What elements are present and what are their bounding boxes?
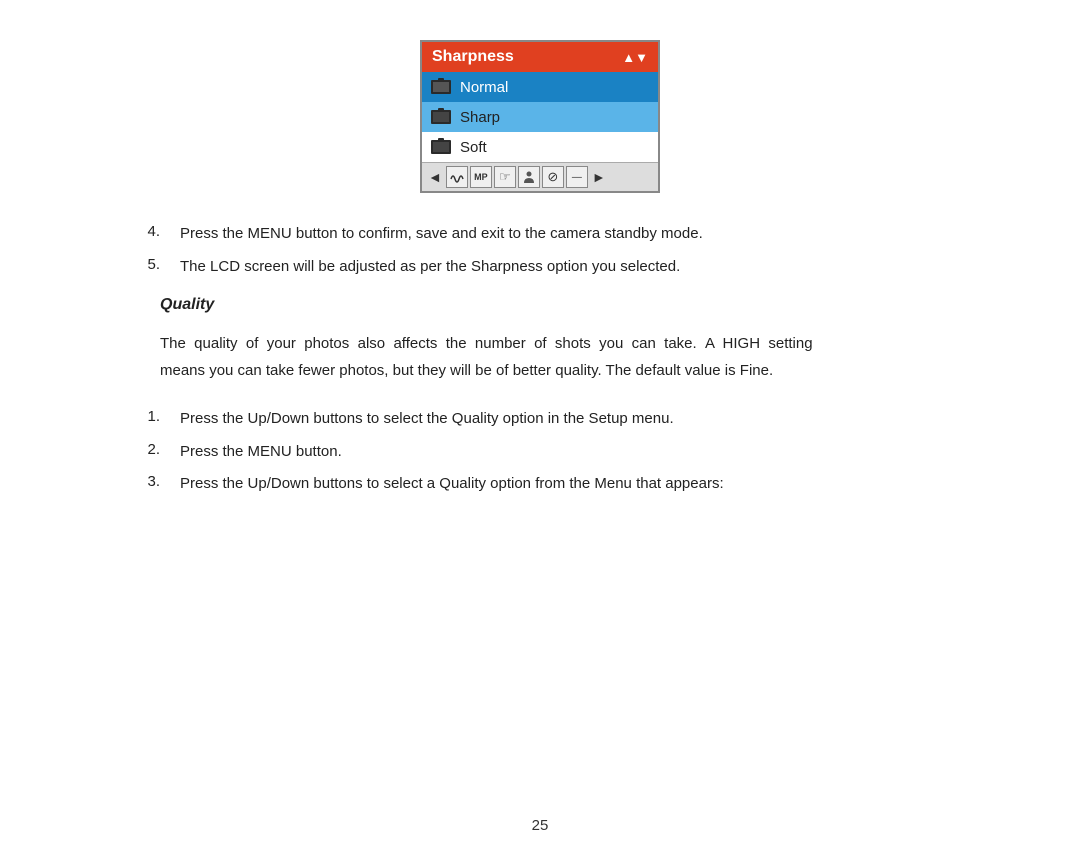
menu-item-sharp[interactable]: Sharp: [422, 102, 658, 132]
toolbar-btn-hand[interactable]: ☞: [494, 166, 516, 188]
quality-step-item-1: 1. Press the Up/Down buttons to select t…: [100, 408, 980, 431]
toolbar-btn-wave[interactable]: [446, 166, 468, 188]
quality-step-text-2: Press the MENU button.: [180, 441, 980, 464]
toolbar-left-arrow[interactable]: ◄: [426, 169, 444, 185]
soft-icon: [430, 137, 452, 157]
sort-icon: ▲▼: [622, 50, 648, 65]
toolbar-right-arrow[interactable]: ►: [590, 169, 608, 185]
sharp-label: Sharp: [460, 109, 500, 126]
page-number: 25: [532, 817, 549, 834]
toolbar-btn-bar[interactable]: —: [566, 166, 588, 188]
normal-icon: [430, 77, 452, 97]
toolbar: ◄ MP ☞ ⊘ — ►: [422, 162, 658, 191]
normal-label: Normal: [460, 79, 508, 96]
toolbar-btn-cancel[interactable]: ⊘: [542, 166, 564, 188]
camera-widget: Sharpness ▲▼ Normal: [420, 40, 660, 193]
section-title: Quality: [100, 296, 980, 314]
header-arrows: ▲▼: [622, 50, 648, 65]
soft-label: Soft: [460, 139, 487, 156]
menu-header: Sharpness ▲▼: [422, 42, 658, 72]
quality-step-text-1: Press the Up/Down buttons to select the …: [180, 408, 980, 431]
sharp-icon: [430, 107, 452, 127]
step-text-5: The LCD screen will be adjusted as per t…: [180, 256, 980, 279]
quality-step-number-1: 1.: [100, 408, 180, 431]
toolbar-btn-person[interactable]: [518, 166, 540, 188]
step-number-4: 4.: [100, 223, 180, 246]
quality-steps-list: 1. Press the Up/Down buttons to select t…: [100, 408, 980, 496]
menu-title: Sharpness: [432, 48, 514, 66]
quality-step-number-2: 2.: [100, 441, 180, 464]
steps-above-list: 4. Press the MENU button to confirm, sav…: [100, 223, 980, 278]
quality-step-number-3: 3.: [100, 473, 180, 496]
step-number-5: 5.: [100, 256, 180, 279]
sharpness-menu: Sharpness ▲▼ Normal: [420, 40, 660, 193]
quality-paragraph: The quality of your photos also affects …: [100, 330, 980, 384]
step-text-4: Press the MENU button to confirm, save a…: [180, 223, 980, 246]
toolbar-btn-mp[interactable]: MP: [470, 166, 492, 188]
menu-item-normal[interactable]: Normal: [422, 72, 658, 102]
menu-item-soft[interactable]: Soft: [422, 132, 658, 162]
quality-step-text-3: Press the Up/Down buttons to select a Qu…: [180, 473, 980, 496]
step-item-5: 5. The LCD screen will be adjusted as pe…: [100, 256, 980, 279]
quality-step-item-3: 3. Press the Up/Down buttons to select a…: [100, 473, 980, 496]
quality-step-item-2: 2. Press the MENU button.: [100, 441, 980, 464]
step-item-4: 4. Press the MENU button to confirm, sav…: [100, 223, 980, 246]
